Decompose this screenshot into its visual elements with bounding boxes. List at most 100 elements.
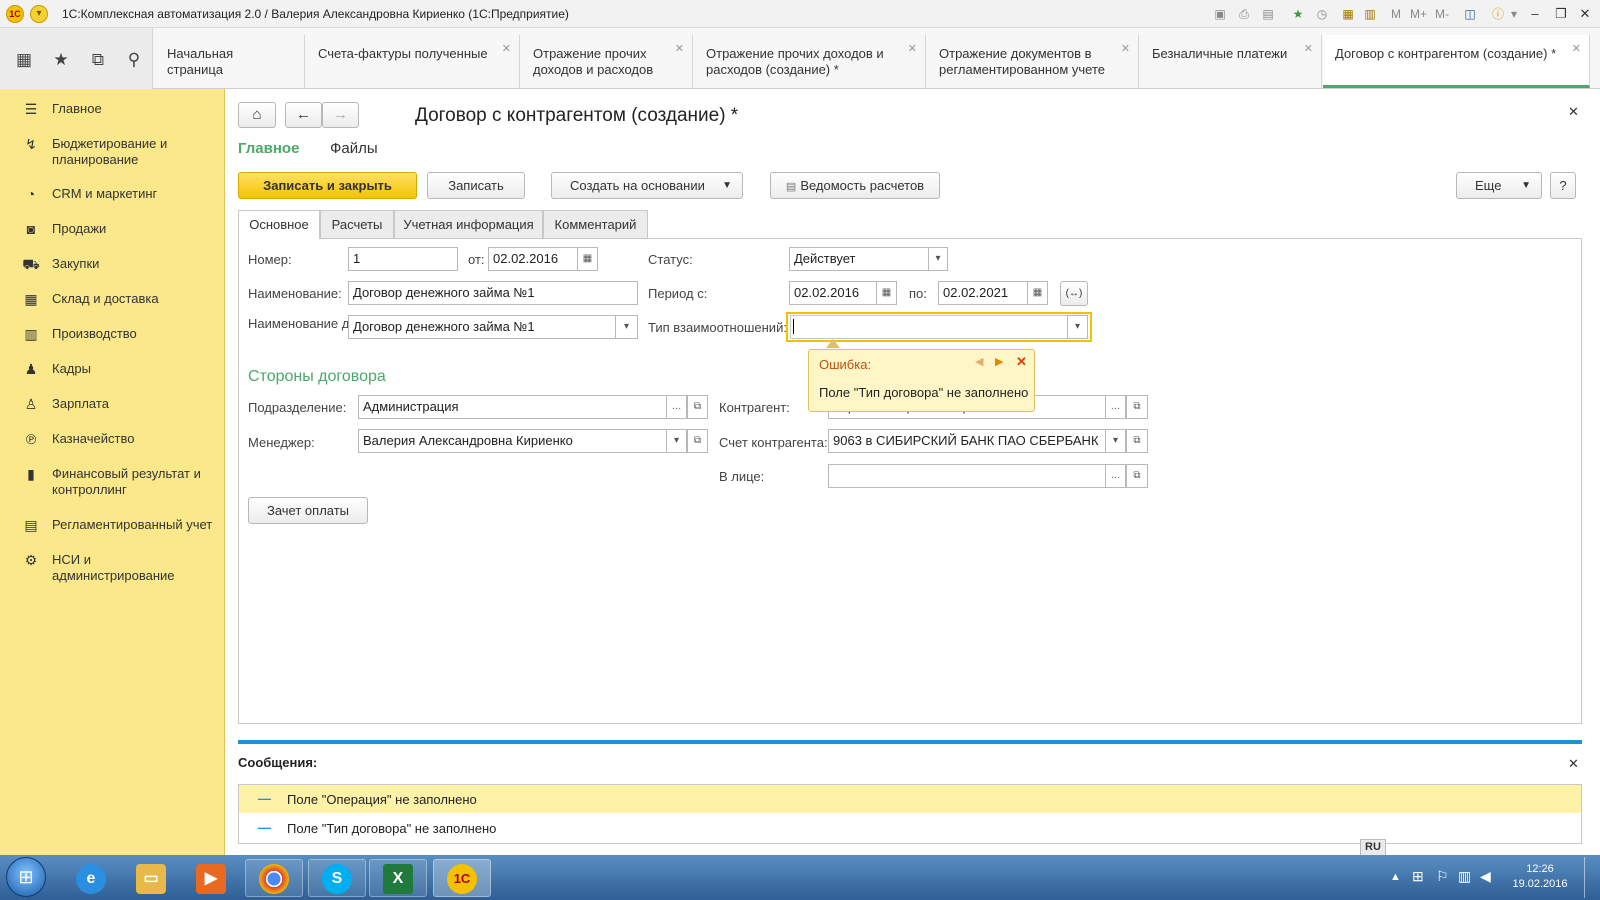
taskbar-ie[interactable]: e <box>62 859 120 897</box>
back-arrow-icon[interactable]: ← <box>285 102 322 128</box>
restore-icon[interactable]: ❐ <box>1550 4 1572 24</box>
sidebar-item-production[interactable]: ▥ Производство <box>0 326 225 344</box>
date-field[interactable]: 02.02.2016 <box>488 247 578 271</box>
close-tab-icon[interactable]: ✕ <box>1121 41 1130 57</box>
calendar-icon[interactable]: ▦ <box>577 247 598 271</box>
forward-arrow-icon[interactable]: → <box>322 102 359 128</box>
save-close-button[interactable]: Записать и закрыть <box>238 172 417 199</box>
language-indicator[interactable]: RU <box>1360 839 1386 856</box>
sidebar-item-salary[interactable]: ♙ Зарплата <box>0 396 225 414</box>
tab-home[interactable]: Начальная страница <box>155 35 305 88</box>
save-button[interactable]: Записать <box>427 172 525 199</box>
save-icon[interactable]: ▣ <box>1212 6 1228 22</box>
sidebar-item-budgeting[interactable]: ↯ Бюджетирование и планирование <box>0 136 225 170</box>
subnav-main[interactable]: Главное <box>238 140 299 157</box>
sidebar-item-hr[interactable]: ♟ Кадры <box>0 361 225 379</box>
help-button[interactable]: ? <box>1550 172 1576 199</box>
tab-reg-docs[interactable]: Отражение документов в регламентированно… <box>927 35 1139 88</box>
tab-main[interactable]: Основное <box>238 210 320 239</box>
close-tab-icon[interactable]: ✕ <box>908 41 917 57</box>
history-clock-icon[interactable]: ⧉ <box>86 48 110 72</box>
sidebar-item-admin[interactable]: ⚙ НСИ и администрирование <box>0 552 225 586</box>
sidebar-item-purchases[interactable]: ⛟ Закупки <box>0 256 225 274</box>
taskbar-1c[interactable]: 1С <box>433 859 491 897</box>
home-icon[interactable]: ⌂ <box>238 102 276 128</box>
open-link-icon[interactable]: ⧉ <box>1126 429 1148 453</box>
in-person-field[interactable] <box>828 464 1106 488</box>
clock[interactable]: 12:26 19.02.2016 <box>1510 863 1570 890</box>
dropdown-arrow-icon[interactable]: ▾ <box>1105 429 1126 453</box>
period-from-field[interactable]: 02.02.2016 <box>789 281 877 305</box>
open-link-icon[interactable]: ⧉ <box>1126 464 1148 488</box>
dropdown-arrow-icon[interactable]: ▾ <box>1067 315 1088 339</box>
show-desktop-button[interactable] <box>1584 857 1598 898</box>
calendar-icon[interactable]: ▦ <box>876 281 897 305</box>
tab-comment[interactable]: Комментарий <box>543 210 648 238</box>
offset-payment-button[interactable]: Зачет оплаты <box>248 497 368 524</box>
action-center-icon[interactable]: ⚐ <box>1436 868 1449 885</box>
memory-mplus-icon[interactable]: M+ <box>1410 6 1427 22</box>
calendar-icon[interactable]: ▥ <box>1362 6 1378 22</box>
sidebar-item-main[interactable]: ☰ Главное <box>0 101 225 119</box>
print-name-field[interactable]: Договор денежного займа №1 <box>348 315 616 339</box>
tab-invoices[interactable]: Счета-фактуры полученные ✕ <box>306 35 520 88</box>
tab-accounting[interactable]: Учетная информация <box>394 210 543 238</box>
favorites-star-icon[interactable]: ★ <box>49 48 73 72</box>
app-logo-icon[interactable]: 1C <box>6 5 24 23</box>
search-icon[interactable]: ⚲ <box>122 48 146 72</box>
taskbar-skype[interactable]: S <box>308 859 366 897</box>
open-link-icon[interactable]: ⧉ <box>687 429 708 453</box>
sidebar-item-financial[interactable]: ▮ Финансовый результат и контроллинг <box>0 466 225 500</box>
period-select-icon[interactable]: (↔) <box>1060 281 1088 306</box>
tray-expand-icon[interactable]: ▲ <box>1390 871 1401 883</box>
minimize-icon[interactable]: – <box>1524 4 1546 24</box>
favorite-icon[interactable]: ★ <box>1290 6 1306 22</box>
windows-flag-icon[interactable]: ⊞ <box>1412 868 1424 885</box>
memory-mminus-icon[interactable]: M- <box>1434 6 1450 22</box>
sidebar-item-warehouse[interactable]: ▦ Склад и доставка <box>0 291 225 309</box>
number-field[interactable]: 1 <box>348 247 458 271</box>
dropdown-arrow-icon[interactable]: ▾ <box>928 247 948 271</box>
main-menu-icon[interactable]: ▾ <box>30 5 48 23</box>
volume-icon[interactable]: ◀ <box>1480 868 1491 885</box>
period-to-field[interactable]: 02.02.2021 <box>938 281 1028 305</box>
sidebar-item-regulated[interactable]: ▤ Регламентированный учет <box>0 517 225 535</box>
message-item[interactable]: — Поле "Операция" не заполнено <box>239 785 1581 813</box>
memory-m-icon[interactable]: M <box>1388 6 1404 22</box>
open-link-icon[interactable]: ⧉ <box>1126 395 1148 419</box>
subnav-files[interactable]: Файлы <box>330 140 378 157</box>
sidebar-item-sales[interactable]: ◙ Продажи <box>0 221 225 239</box>
prev-arrow-icon[interactable]: ◀ <box>975 355 983 368</box>
close-form-icon[interactable]: ✕ <box>1568 104 1579 120</box>
info-icon[interactable]: ⓘ <box>1490 6 1506 22</box>
sidebar-item-treasury[interactable]: ℗ Казначейство <box>0 431 225 449</box>
close-tab-icon[interactable]: ✕ <box>1572 41 1581 57</box>
relation-type-field[interactable] <box>790 315 1068 339</box>
dropdown-arrow-icon[interactable]: ▾ <box>666 429 687 453</box>
create-based-button[interactable]: Создать на основании ▼ <box>551 172 743 199</box>
manager-field[interactable]: Валерия Александровна Кириенко <box>358 429 667 453</box>
status-field[interactable]: Действует <box>789 247 929 271</box>
sidebar-item-crm[interactable]: ◔ CRM и маркетинг <box>0 186 225 204</box>
select-ellipsis-icon[interactable]: … <box>666 395 687 419</box>
panels-icon[interactable]: ◫ <box>1462 6 1478 22</box>
calculator-icon[interactable]: ▦ <box>1340 6 1356 22</box>
taskbar-media[interactable]: ▶ <box>182 859 240 897</box>
close-popup-icon[interactable]: ✕ <box>1016 354 1027 370</box>
start-button-icon[interactable]: ⊞ <box>6 857 46 897</box>
tab-other-income-create[interactable]: Отражение прочих доходов и расходов (соз… <box>694 35 926 88</box>
tab-settlements[interactable]: Расчеты <box>320 210 394 238</box>
tab-contract-create[interactable]: Договор с контрагентом (создание) * ✕ <box>1323 35 1590 88</box>
counterparty-account-field[interactable]: 9063 в СИБИРСКИЙ БАНК ПАО СБЕРБАНК <box>828 429 1106 453</box>
close-tab-icon[interactable]: ✕ <box>502 41 511 57</box>
close-messages-icon[interactable]: ✕ <box>1568 756 1579 772</box>
select-ellipsis-icon[interactable]: … <box>1105 395 1126 419</box>
select-ellipsis-icon[interactable]: … <box>1105 464 1126 488</box>
name-field[interactable]: Договор денежного займа №1 <box>348 281 638 305</box>
statement-button[interactable]: ▤ Ведомость расчетов <box>770 172 940 199</box>
taskbar-explorer[interactable]: ▭ <box>122 859 180 897</box>
messages-divider[interactable] <box>238 740 1582 744</box>
calendar-icon[interactable]: ▦ <box>1027 281 1048 305</box>
apps-grid-icon[interactable]: ▦ <box>12 48 36 72</box>
close-tab-icon[interactable]: ✕ <box>1304 41 1313 57</box>
